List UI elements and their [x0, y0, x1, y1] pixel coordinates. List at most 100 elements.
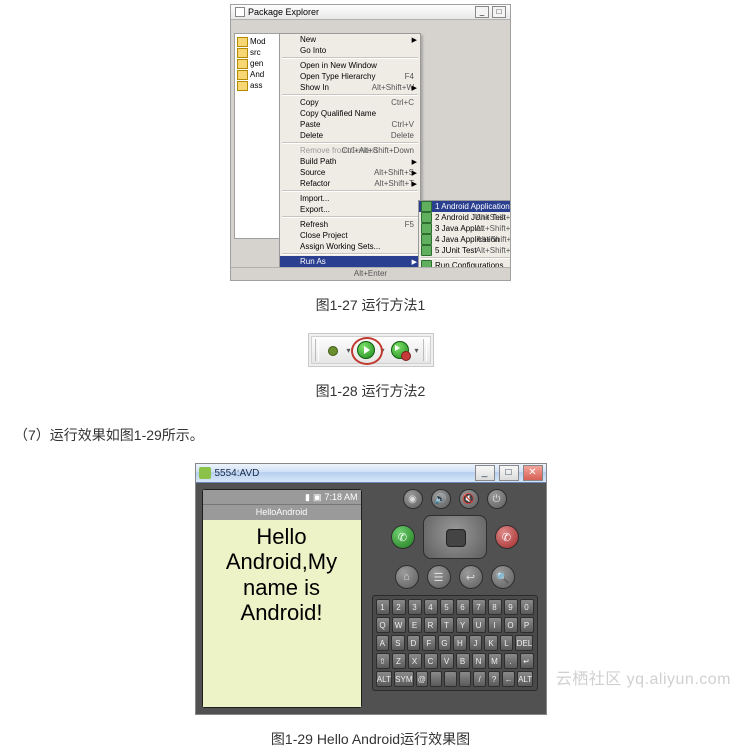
eclipse-context-menu-screenshot: Package Explorer _ □ ModsrcgenAndass New…	[230, 4, 511, 281]
menu-item: Open in New Window	[280, 60, 420, 71]
folder-icon	[237, 81, 248, 91]
keyboard-key: ↵	[520, 653, 534, 669]
keyboard-key: 9	[504, 599, 518, 615]
keyboard-key: L	[500, 635, 514, 651]
menu-item: CopyCtrl+C	[280, 97, 420, 108]
toolbar-screenshot: ▾ ▾ ▾	[308, 333, 434, 367]
d-pad	[423, 515, 487, 559]
bug-icon	[325, 344, 339, 356]
run-config-icon	[421, 234, 432, 245]
menu-item: Go Into	[280, 45, 420, 56]
submenu-arrow-icon: ▶	[412, 84, 417, 92]
call-button: ✆	[391, 525, 415, 549]
keyboard-key: G	[438, 635, 452, 651]
hardware-buttons: ◉ 🔊 🔇 ⏻ ✆ ✆ ⌂ ☰ ↩	[372, 489, 538, 589]
keyboard-key: .	[504, 653, 518, 669]
phone-frame: ▮ ▣ 7:18 AM HelloAndroid Hello Android,M…	[202, 489, 362, 708]
keyboard-key: E	[408, 617, 422, 633]
keyboard-key	[444, 671, 456, 687]
keyboard-key: Y	[456, 617, 470, 633]
run-config-icon	[421, 201, 432, 212]
watermark: 云栖社区 yq.aliyun.com	[556, 665, 731, 689]
submenu-arrow-icon: ▶	[412, 169, 417, 177]
keyboard-key: F	[422, 635, 436, 651]
debug-button	[321, 339, 343, 361]
menu-item: DeleteDelete	[280, 130, 420, 141]
external-play-icon	[391, 341, 409, 359]
app-screen-text: Hello Android,My name is Android!	[203, 520, 361, 707]
emulator-window-titlebar: 5554:AVD _ □ ✕	[196, 464, 546, 483]
window-titlebar: Package Explorer _ □	[231, 5, 510, 20]
keyboard-key: C	[424, 653, 438, 669]
keyboard-key: A	[376, 635, 390, 651]
min-window-icon: _	[475, 6, 489, 18]
keyboard-key: R	[424, 617, 438, 633]
tree-node: ass	[237, 80, 281, 91]
submenu-item: 2 Android JUnit TestAlt+Shift+X, A	[419, 212, 511, 223]
submenu-item: 1 Android Application	[419, 201, 511, 212]
keyboard-key: SYM	[394, 671, 413, 687]
volume-up-button: 🔊	[431, 489, 451, 509]
hardware-keyboard: 1234567890QWERTYUIOPASDFGHJKLDEL⇧ZXCVBNM…	[372, 595, 538, 691]
keyboard-key: T	[440, 617, 454, 633]
menu-item: Export...	[280, 204, 420, 215]
keyboard-key: K	[484, 635, 498, 651]
keyboard-key: @	[416, 671, 428, 687]
keyboard-key: O	[504, 617, 518, 633]
dropdown-icon: ▾	[413, 346, 421, 355]
keyboard-key: ⇧	[376, 653, 390, 669]
keyboard-key: 3	[408, 599, 422, 615]
tree-node: src	[237, 47, 281, 58]
menu-item: Remove from ContextCtrl+Alt+Shift+Down	[280, 145, 420, 156]
run-config-icon	[421, 223, 432, 234]
keyboard-key	[430, 671, 442, 687]
submenu-item: 3 Java AppletAlt+Shift+X, A	[419, 223, 511, 234]
submenu-arrow-icon: ▶	[412, 36, 417, 44]
keyboard-key: 2	[392, 599, 406, 615]
keyboard-key: D	[407, 635, 421, 651]
folder-icon	[237, 48, 248, 58]
highlight-circle	[351, 337, 383, 365]
keyboard-key: V	[440, 653, 454, 669]
menu-item: RefreshF5	[280, 219, 420, 230]
menu-bottom-hint: Alt+Enter	[231, 267, 510, 280]
figure-caption: 图1-27 运行方法1	[0, 295, 741, 315]
package-explorer-tree: ModsrcgenAndass	[234, 33, 284, 239]
android-status-bar: ▮ ▣ 7:18 AM	[203, 490, 361, 504]
window-title: Package Explorer	[248, 5, 319, 19]
power-button: ⏻	[487, 489, 507, 509]
keyboard-key: DEL	[515, 635, 533, 651]
keyboard-key: 8	[488, 599, 502, 615]
menu-item: Run As▶	[280, 256, 420, 267]
external-run-button	[389, 339, 411, 361]
search-button: 🔍	[491, 565, 515, 589]
status-time: 7:18 AM	[324, 492, 357, 502]
volume-mute-button: 🔇	[459, 489, 479, 509]
run-config-icon	[421, 245, 432, 256]
submenu-arrow-icon: ▶	[412, 158, 417, 166]
submenu-arrow-icon: ▶	[412, 258, 417, 266]
keyboard-key: 5	[440, 599, 454, 615]
menu-item: Show InAlt+Shift+W▶	[280, 82, 420, 93]
battery-icon: ▣	[313, 492, 322, 503]
emulator-window-title: 5554:AVD	[215, 468, 260, 479]
android-emulator-screenshot: 5554:AVD _ □ ✕ ▮ ▣ 7:18 AM HelloAndroid …	[195, 463, 547, 715]
end-call-button: ✆	[495, 525, 519, 549]
menu-item: PasteCtrl+V	[280, 119, 420, 130]
tree-node: And	[237, 69, 281, 80]
folder-icon	[237, 59, 248, 69]
keyboard-key: S	[391, 635, 405, 651]
keyboard-key: P	[520, 617, 534, 633]
keyboard-key: B	[456, 653, 470, 669]
keyboard-key: ALT	[517, 671, 534, 687]
menu-item: RefactorAlt+Shift+T▶	[280, 178, 420, 189]
menu-item: Import...	[280, 193, 420, 204]
keyboard-key: Q	[376, 617, 390, 633]
keyboard-key: 4	[424, 599, 438, 615]
menu-item: Build Path▶	[280, 156, 420, 167]
tree-node: gen	[237, 58, 281, 69]
max-window-icon: □	[499, 465, 519, 481]
menu-item: Open Type HierarchyF4	[280, 71, 420, 82]
folder-icon	[237, 70, 248, 80]
keyboard-key: 0	[520, 599, 534, 615]
